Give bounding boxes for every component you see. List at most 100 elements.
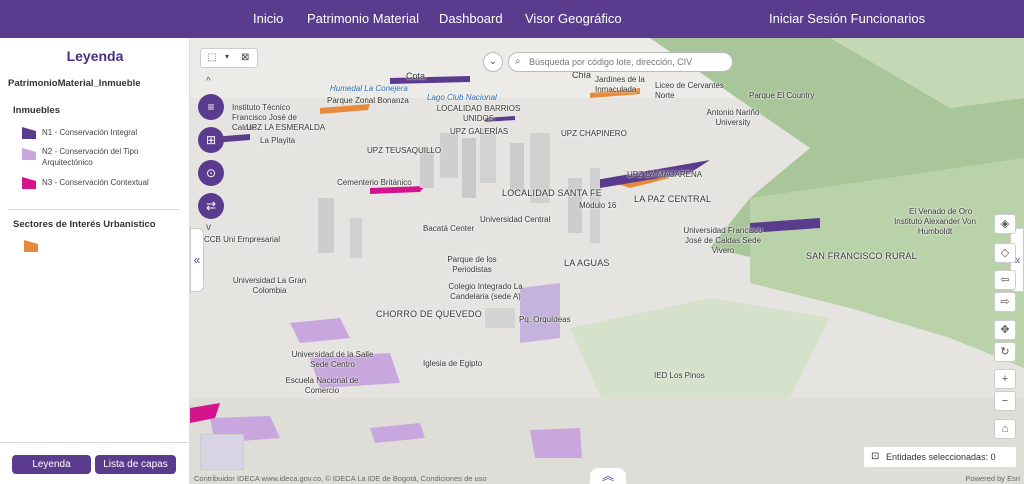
chevron-down-icon[interactable]: ▾ [225,52,229,61]
scroll-down-icon[interactable]: v [206,222,211,233]
map-label-chorro: CHORRO DE QUEVEDO [376,309,482,319]
location-pin-icon: ⊙ [205,166,217,180]
group-sectores: Sectores de Interés Urbanístico [13,219,156,230]
esri-credit[interactable]: Powered by Esri [965,474,1020,483]
diamond-icon: ◇ [1000,247,1010,259]
chevron-down-icon: ⌄ [488,56,498,67]
map-label-cota: Cota [406,71,426,81]
map-label-antonio: Antonio Nariño University [706,108,760,127]
layers-button[interactable]: ≡ [198,94,224,120]
map-label-venado: El Venado de Oro [909,207,973,216]
legend-divider [8,209,180,210]
nav-login[interactable]: Iniciar Sesión Funcionarios [769,11,925,26]
map-label-parque-country: Parque El Country [749,91,815,100]
layer-name: PatrimonioMaterial_Inmueble [8,78,141,89]
map-view[interactable]: Cota Chía Jardines de la Inmaculada Lice… [190,38,1024,484]
next-extent-button[interactable]: ⇨ [994,292,1016,312]
nav-dashboard[interactable]: Dashboard [439,11,503,26]
map-label-aguas: LA AGUAS [564,258,610,268]
compare-button[interactable]: ⇄ [198,193,224,219]
clear-selection-icon[interactable]: ⊠ [241,52,249,63]
select-icon[interactable]: ⬚ [207,52,216,63]
selection-toolbar[interactable]: ⬚ ▾ ⊠ [200,48,258,68]
map-label-localidad-santa-fe: LOCALIDAD SANTA FE [502,188,602,198]
plus-icon: + [1001,373,1009,385]
zoom-out-button[interactable]: − [994,391,1016,411]
basemap-button[interactable]: ⊞ [198,127,224,153]
map-label-parque-bonanza: Parque Zonal Bonanza [327,96,409,105]
zoom-in-button[interactable]: + [994,369,1016,389]
scroll-up-icon[interactable]: ^ [206,76,211,87]
database-icon: ≡ [207,100,215,114]
map-label-egipto: Iglesia de Egipto [423,359,483,368]
map-label-salle: Universidad de la Salle Sede Centro [291,350,374,369]
home-button[interactable]: ⌂ [994,419,1016,439]
map-label-ied: IED Los Pinos [654,371,705,380]
legend-panel: Leyenda PatrimonioMaterial_Inmueble Inmu… [0,38,190,484]
nav-patrimonio-material[interactable]: Patrimonio Material [307,11,419,26]
search-expand-button[interactable]: ⌄ [483,52,503,72]
collapse-left-panel-button[interactable]: « [190,228,204,292]
search-input[interactable]: ⌕ Búsqueda por código lote, dirección, C… [508,52,733,72]
map-label-upz-esmeralda: UPZ LA ESMERALDA [246,123,326,132]
legend-label-n1: N1 - Conservación Integral [42,128,138,137]
footer-divider [0,442,190,443]
legend-button[interactable]: Leyenda [12,455,91,474]
map-label-upz-macarena: UPZ LA MACARENA [627,170,703,179]
nav-inicio[interactable]: Inicio [253,11,283,26]
legend-label-n3: N3 - Conservación Contextual [42,178,149,187]
map-label-liceo: Liceo de Cervantes Norte [655,81,724,100]
arrow-left-icon: ⇦ [1000,274,1010,286]
map-label-modulo: Módulo 16 [579,201,617,210]
map-label-barrios-unidos: LOCALIDAD BARRIOS UNIDOS [436,104,521,123]
overview-map[interactable] [200,434,244,470]
map-label-orquideas: Pq. Orquídeas [519,315,571,324]
selection-zoom-icon: ⊡ [871,451,880,462]
map-label-colegio: Colegio Integrado La Candelaria (sede A) [448,282,523,301]
map-label-paz-central: LA PAZ CENTRAL [634,194,712,204]
map-label-periodistas: Parque de los Periodistas [447,255,497,274]
nav-visor-geografico[interactable]: Visor Geográfico [525,11,622,26]
map-attribution[interactable]: Contribuidor IDECA www.ideca.gov.co, © I… [194,474,487,483]
legend-label-n2: N2 - Conservación del Tipo Arquitectónic… [42,147,139,167]
previous-extent-button[interactable]: ⇦ [994,270,1016,290]
map-label-cementerio: Cementerio Británico [337,178,412,187]
layer-list-button[interactable]: Lista de capas [95,455,176,474]
rotate-icon: ↻ [1000,346,1010,358]
arrow-right-icon: ⇨ [1000,296,1010,308]
map-label-escuela: Escuela Nacional de Comercio [285,376,359,395]
group-inmuebles: Inmuebles [13,105,60,116]
selected-entities-counter[interactable]: ⊡ Entidades seleccionadas: 0 [863,446,1017,468]
map-label-playita: La Playita [260,136,296,145]
map-label-lago-club: Lago Club Nacional [427,93,497,102]
compass-icon: ◈ [1000,218,1010,230]
map-label-sena: CCB Uni Empresarial [204,235,281,244]
map-label-francisco: Universidad Francisco José de Caldas Sed… [683,226,763,255]
grid-icon: ⊞ [205,133,217,147]
map-label-jardines: Jardines de la Inmaculada [595,75,645,94]
search-icon: ⌕ [515,56,521,67]
map-label-san-francisco: SAN FRANCISCO RURAL [806,251,917,261]
swipe-icon: ⇄ [205,199,217,213]
expand-bottom-panel-button[interactable]: ︽ [590,468,626,484]
map-label-instituto-humboldt: Instituto Alexander Von Humboldt [894,217,976,236]
rotate-button[interactable]: ↻ [994,342,1016,362]
move-icon: ✥ [1000,324,1010,336]
map-label-bacata: Bacatá Center [423,224,475,233]
minus-icon: − [1001,395,1009,407]
map-label-upz-galerias: UPZ GALERÍAS [450,127,509,136]
home-icon: ⌂ [1001,423,1009,435]
map-label-upz-teusaquillo: UPZ TEUSAQUILLO [367,146,442,155]
search-placeholder: Búsqueda por código lote, dirección, CIV [529,57,693,67]
compass-button[interactable]: ◈ [994,214,1016,234]
pan-up-button[interactable]: ◇ [994,243,1016,263]
pan-button[interactable]: ✥ [994,320,1016,340]
n1-swatch [22,127,36,139]
legend-title: Leyenda [66,48,124,64]
top-navigation-bar: Inicio Patrimonio Material Dashboard Vis… [0,0,1024,38]
sector-swatch [24,240,38,252]
map-label-universidad-central: Universidad Central [480,215,551,224]
chevron-double-up-icon: ︽ [601,469,614,483]
locate-button[interactable]: ⊙ [198,160,224,186]
map-label-gran-colombia: Universidad La Gran Colombia [232,276,307,295]
